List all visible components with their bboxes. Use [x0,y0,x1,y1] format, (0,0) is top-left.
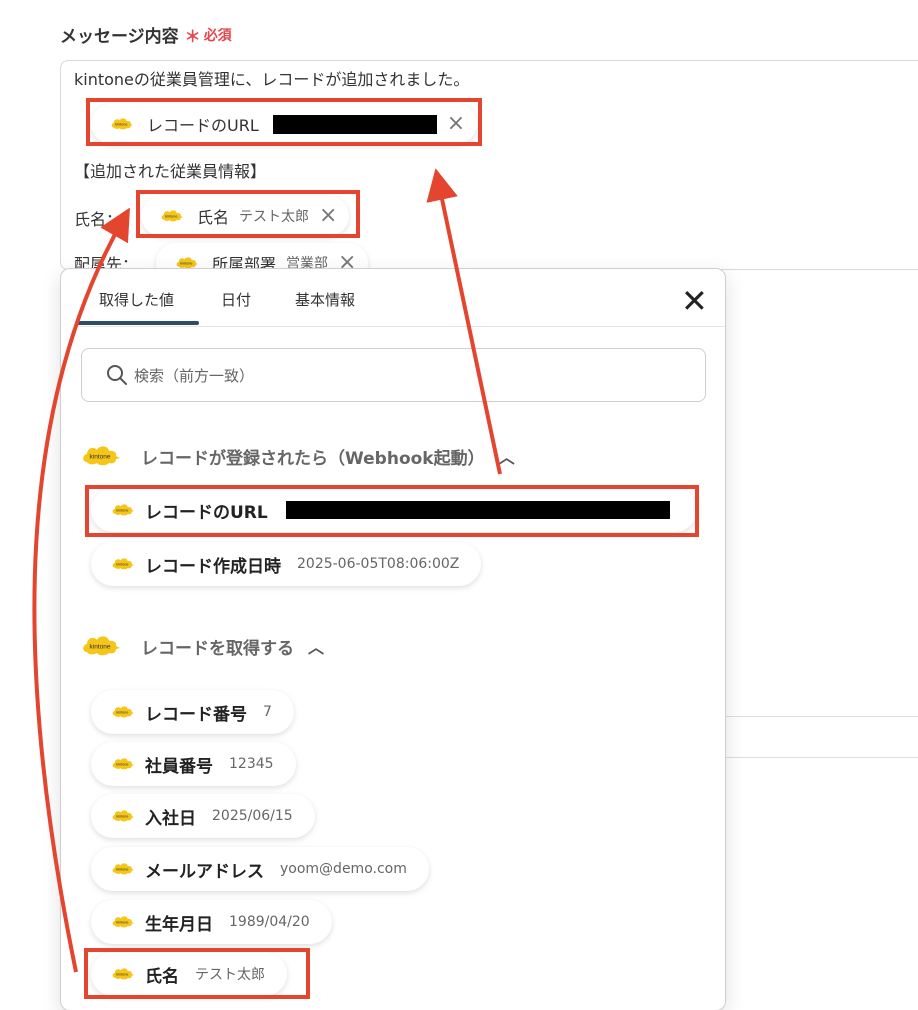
item-label: メールアドレス [145,861,264,882]
section-header-webhook[interactable]: レコードが登録されたら（Webhook起動） ︿ [81,441,515,471]
search-input[interactable]: 検索（前方一致） [81,348,706,402]
kintone-icon [111,705,135,719]
required-text: 必須 [203,27,232,44]
item-label: レコード番号 [145,704,247,725]
chevron-up-icon: ︿ [308,638,325,657]
item-label: 氏名 [145,966,179,987]
item-value: 2025-06-05T08:06:00Z [297,556,460,572]
kintone-icon [81,631,121,661]
list-item-birthdate[interactable]: 生年月日 1989/04/20 [91,900,332,944]
item-value: 1989/04/20 [229,914,310,930]
kintone-icon [111,915,135,929]
kintone-icon [111,809,135,823]
token-label: 氏名 [197,208,230,227]
redacted-url [285,501,670,519]
picker-tabs: 取得した値 日付 基本情報 [77,269,725,327]
redacted-url [272,114,437,134]
kintone-icon [111,967,135,981]
token-value: テスト太郎 [239,209,310,225]
close-icon[interactable]: ✕ [681,285,708,317]
item-value: 7 [263,704,272,720]
kintone-icon [159,209,185,223]
section-title: レコードを取得する [141,638,294,659]
list-item-email[interactable]: メールアドレス yoom@demo.com [91,847,429,891]
kintone-icon [81,441,121,471]
message-name-prefix: 氏名： [74,210,123,229]
item-value: 2025/06/15 [212,808,293,824]
message-line-section: 【追加された従業員情報】 [74,162,267,181]
message-field-label: メッセージ内容 ＊ 必須 [60,22,232,48]
search-placeholder: 検索（前方一致） [134,366,255,385]
list-item-created-at[interactable]: レコード作成日時 2025-06-05T08:06:00Z [91,542,482,586]
kintone-icon [111,503,135,517]
tab-basic-info[interactable]: 基本情報 [295,289,355,310]
close-icon[interactable]: × [319,205,337,227]
value-picker-panel: 取得した値 日付 基本情報 ✕ 検索（前方一致） レコードが登録されたら（Web… [60,268,726,1010]
list-item-name[interactable]: 氏名 テスト太郎 [91,952,287,996]
item-label: レコードのURL [145,502,268,523]
search-icon [107,365,127,385]
kintone-icon [111,757,135,771]
item-value: yoom@demo.com [280,861,407,877]
token-record-url[interactable]: レコードのURL × [91,104,478,144]
item-label: 入社日 [145,808,196,829]
list-item-employee-number[interactable]: 社員番号 12345 [91,742,296,786]
kintone-icon [109,117,135,131]
chevron-up-icon: ︿ [498,448,515,467]
section-title: レコードが登録されたら（Webhook起動） [141,448,485,469]
item-label: 社員番号 [145,756,213,777]
kintone-icon [111,862,135,876]
item-label: 生年月日 [145,914,213,935]
list-item-record-url[interactable]: レコードのURL [91,488,697,532]
background-divider [725,757,918,758]
item-value: テスト太郎 [195,967,265,983]
list-item-join-date[interactable]: 入社日 2025/06/15 [91,794,315,838]
token-name[interactable]: 氏名 テスト太郎 × [141,196,350,236]
token-department[interactable]: 所属部署 営業部 × [156,243,369,269]
message-line-intro: kintoneの従業員管理に、レコードが追加されました。 [74,70,470,89]
item-label: レコード作成日時 [145,556,281,577]
item-value: 12345 [229,756,274,772]
required-asterisk: ＊ [184,26,201,46]
section-header-get-record[interactable]: レコードを取得する ︿ [81,631,324,661]
background-divider [725,716,918,717]
token-label: レコードのURL [147,116,259,135]
active-tab-indicator [77,321,199,325]
message-editor[interactable]: kintoneの従業員管理に、レコードが追加されました。 レコードのURL × … [60,60,918,270]
list-item-record-number[interactable]: レコード番号 7 [91,690,294,734]
tab-acquired-values[interactable]: 取得した値 [99,289,174,310]
kintone-icon [111,557,135,571]
tab-date[interactable]: 日付 [221,289,251,310]
field-label-text: メッセージ内容 [60,27,179,47]
close-icon[interactable]: × [447,113,465,135]
